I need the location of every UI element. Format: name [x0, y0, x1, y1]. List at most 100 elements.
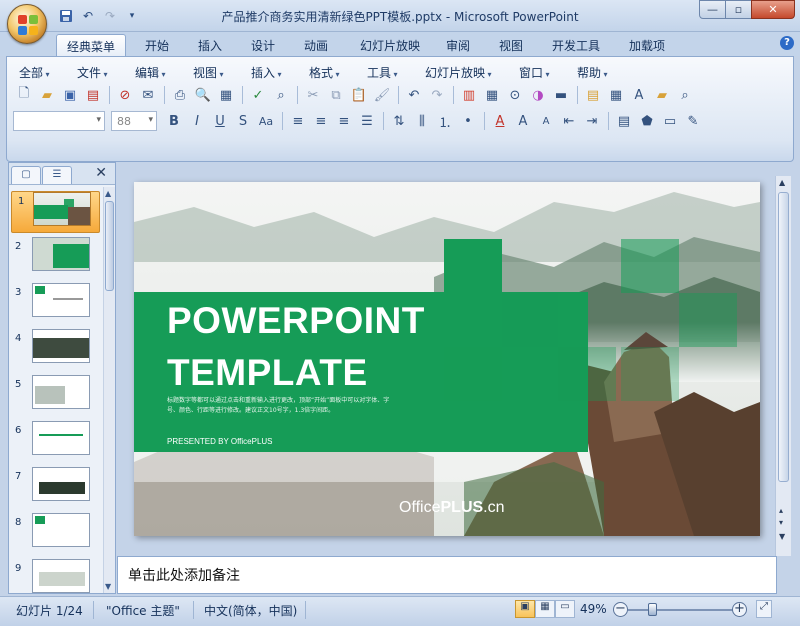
align-center-icon[interactable]: ≡: [310, 110, 332, 132]
tab-classic-menu[interactable]: 经典菜单: [56, 34, 126, 56]
office-button[interactable]: [7, 4, 47, 44]
decrease-indent-icon[interactable]: ⇤: [558, 110, 580, 132]
tab-review[interactable]: 审阅: [436, 34, 480, 56]
save-icon[interactable]: ▣: [59, 84, 81, 106]
tab-view[interactable]: 视图: [489, 34, 533, 56]
email-icon[interactable]: ✉: [137, 84, 159, 106]
slide-canvas[interactable]: POWERPOINT TEMPLATE 标题数字等都可以通过点击和重新输入进行更…: [134, 182, 760, 536]
menu-all[interactable]: 全部: [19, 64, 50, 81]
slide-title-line1[interactable]: POWERPOINT: [167, 300, 425, 342]
font-name-select[interactable]: [13, 111, 105, 131]
slide-scroll-thumb[interactable]: [778, 192, 789, 482]
justify-icon[interactable]: ☰: [356, 110, 378, 132]
numbering-icon[interactable]: ⒈: [434, 110, 456, 132]
panel-scrollbar[interactable]: ▲ ▼: [103, 187, 115, 593]
menu-file[interactable]: 文件: [77, 64, 108, 81]
redo-icon[interactable]: ↷: [426, 84, 448, 106]
menu-format[interactable]: 格式: [309, 64, 340, 81]
minimize-button[interactable]: —: [699, 0, 726, 19]
arrange-icon[interactable]: ▭: [659, 110, 681, 132]
menu-window[interactable]: 窗口: [519, 64, 550, 81]
italic-icon[interactable]: I: [186, 110, 208, 132]
chart-icon[interactable]: ▥: [458, 84, 480, 106]
menu-help[interactable]: 帮助: [577, 64, 608, 81]
table-icon[interactable]: ▦: [481, 84, 503, 106]
shapes-icon[interactable]: ⬟: [636, 110, 658, 132]
layout-icon[interactable]: ▦: [215, 84, 237, 106]
slide-design-icon[interactable]: ▤: [613, 110, 635, 132]
bold-icon[interactable]: B: [163, 110, 185, 132]
zoom-slider[interactable]: [628, 609, 738, 611]
tab-slides[interactable]: ▢: [11, 166, 41, 184]
slide-sorter-button[interactable]: ▦: [535, 600, 555, 618]
menu-edit[interactable]: 编辑: [135, 64, 166, 81]
tab-insert[interactable]: 插入: [188, 34, 232, 56]
new-slide-icon[interactable]: ▤: [582, 84, 604, 106]
print-preview-icon[interactable]: 🔍: [192, 84, 214, 106]
close-panel-icon[interactable]: ✕: [95, 165, 107, 181]
slide-thumb-8[interactable]: 8: [9, 513, 104, 555]
menu-tools[interactable]: 工具: [367, 64, 398, 81]
zoom-knob[interactable]: [648, 603, 657, 616]
permission-icon[interactable]: ⊘: [114, 84, 136, 106]
font-color-icon[interactable]: A: [489, 110, 511, 132]
text-box-icon[interactable]: A: [628, 84, 650, 106]
fill-color-icon[interactable]: ▬: [550, 84, 572, 106]
new-icon[interactable]: 🗋: [13, 84, 35, 106]
slide-thumb-7[interactable]: 7: [9, 467, 104, 509]
align-right-icon[interactable]: ≡: [333, 110, 355, 132]
slide-thumb-6[interactable]: 6: [9, 421, 104, 463]
slide-layout-icon[interactable]: ▦: [605, 84, 627, 106]
restore-button[interactable]: ▫: [725, 0, 752, 19]
tab-outline[interactable]: ☰: [42, 166, 72, 184]
close-button[interactable]: ✕: [751, 0, 795, 19]
change-case-icon[interactable]: Aa: [255, 110, 277, 132]
underline-icon[interactable]: U: [209, 110, 231, 132]
panel-scroll-thumb[interactable]: [105, 201, 114, 291]
zoom-out-icon[interactable]: −: [613, 602, 628, 617]
slide-thumb-4[interactable]: 4: [9, 329, 104, 371]
find-icon[interactable]: ⌕: [674, 84, 696, 106]
copy-icon[interactable]: ⧉: [325, 84, 347, 106]
slide-presenter[interactable]: PRESENTED BY OfficePLUS: [167, 437, 273, 446]
tab-design[interactable]: 设计: [241, 34, 285, 56]
slide-thumb-9[interactable]: 9: [9, 559, 104, 593]
undo-icon[interactable]: ↶: [403, 84, 425, 106]
columns-icon[interactable]: ⫼: [411, 110, 433, 132]
menu-insert[interactable]: 插入: [251, 64, 282, 81]
decrease-font-icon[interactable]: A: [535, 110, 557, 132]
notes-field[interactable]: 单击此处添加备注: [117, 556, 777, 594]
shadow-icon[interactable]: S: [232, 110, 254, 132]
align-left-icon[interactable]: ≡: [287, 110, 309, 132]
pdf-icon[interactable]: ▤: [82, 84, 104, 106]
slideshow-view-button[interactable]: ▭: [555, 600, 575, 618]
increase-font-icon[interactable]: A: [512, 110, 534, 132]
color-grayscale-icon[interactable]: ◑: [527, 84, 549, 106]
print-icon[interactable]: ⎙: [169, 84, 191, 106]
normal-view-button[interactable]: ▣: [515, 600, 535, 618]
open-icon[interactable]: ▰: [36, 84, 58, 106]
tab-addins[interactable]: 加载项: [620, 34, 674, 56]
slide-thumb-5[interactable]: 5: [9, 375, 104, 417]
tab-slideshow[interactable]: 幻灯片放映: [350, 34, 430, 56]
help-icon[interactable]: ?: [780, 36, 794, 50]
slide-thumb-1[interactable]: 1: [11, 191, 100, 233]
spelling-icon[interactable]: ✓: [247, 84, 269, 106]
paste-icon[interactable]: 📋: [348, 84, 370, 106]
research-icon[interactable]: ⌕: [270, 84, 292, 106]
zoom-level[interactable]: 49%: [580, 602, 607, 616]
zoom-in-icon[interactable]: +: [732, 602, 747, 617]
slide-scrollbar[interactable]: ▲ ▴ ▾ ▼: [775, 176, 791, 556]
effects-icon[interactable]: ✎: [682, 110, 704, 132]
theme-name[interactable]: "Office 主题": [106, 602, 180, 619]
font-size-select[interactable]: 88: [111, 111, 157, 131]
format-painter-icon[interactable]: 🖌: [371, 84, 393, 106]
slide-body-text[interactable]: 标题数字等都可以通过点击和重新输入进行更改，顶部“开始”面板中可以对字体、字号、…: [167, 396, 399, 416]
bullets-icon[interactable]: •: [457, 110, 479, 132]
folder-icon[interactable]: ▰: [651, 84, 673, 106]
slide-title-line2[interactable]: TEMPLATE: [167, 352, 368, 394]
tab-animation[interactable]: 动画: [294, 34, 338, 56]
tab-developer[interactable]: 开发工具: [543, 34, 609, 56]
tab-home[interactable]: 开始: [135, 34, 179, 56]
hyperlink-icon[interactable]: ⊙: [504, 84, 526, 106]
